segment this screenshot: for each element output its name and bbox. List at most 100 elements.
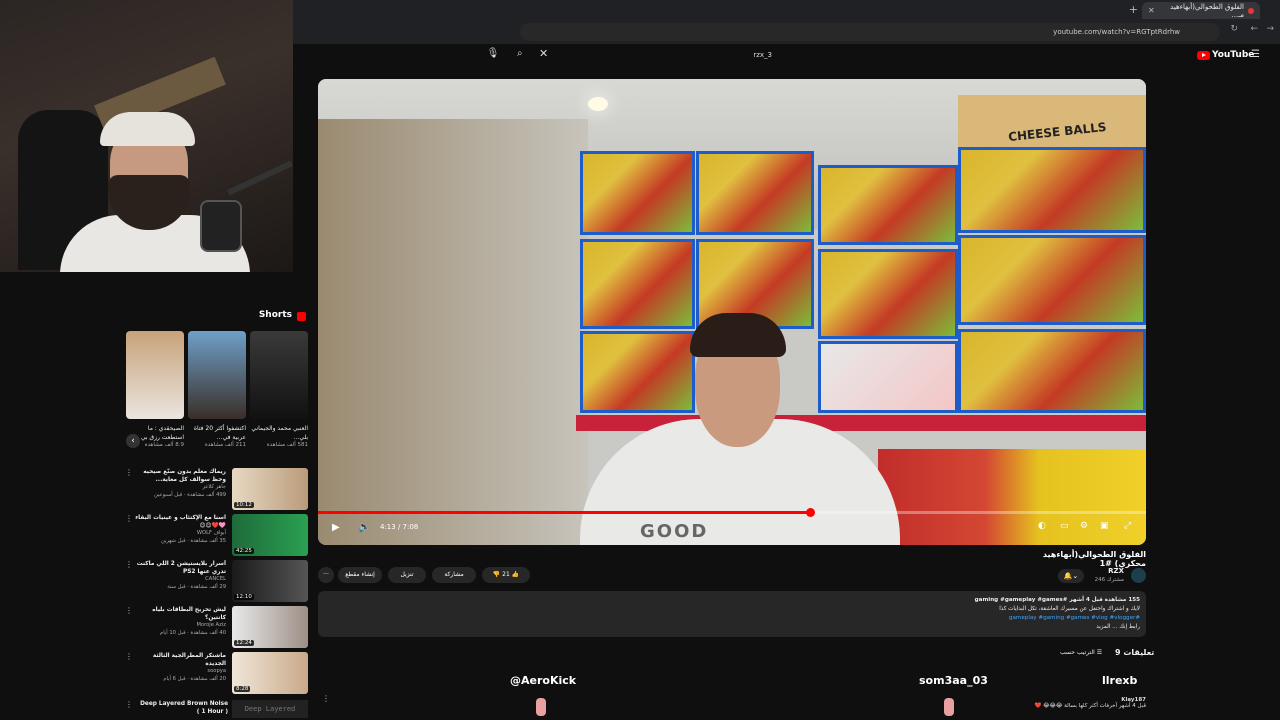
shorts-scroll-left-icon[interactable]: ‹ [126, 434, 140, 448]
more-actions-button[interactable]: ··· [318, 567, 334, 583]
snack-shelf [818, 165, 958, 245]
voice-search-icon[interactable]: 🎙 [486, 48, 500, 62]
shirt-print: GOOD [640, 521, 709, 542]
recommendations-column: Shorts الصيحقدي : ما استطعت رزق بي الشيخ… [120, 272, 310, 720]
settings-icon[interactable]: ⚙ [1080, 521, 1088, 531]
fullscreen-icon[interactable]: ⤢ [1124, 521, 1131, 531]
volume-icon[interactable]: 🔈 [358, 522, 370, 533]
short-views: 211 ألف مشاهدة [204, 442, 246, 448]
sort-label: الترتيب حسب [1060, 649, 1095, 656]
close-tab-icon[interactable]: ✕ [1148, 6, 1155, 15]
video-meta: 35 ألف مشاهدة · قبل شهرين [160, 538, 226, 544]
short-item[interactable]: العنبي محمد والجيماني بلي… 581 ألف مشاهد… [250, 331, 308, 456]
snack-shelf [696, 151, 814, 235]
more-options-icon[interactable]: ⋮ [125, 700, 133, 709]
channel-info[interactable]: RZX 246 مشترك [1086, 567, 1146, 585]
store-wall [318, 119, 588, 545]
short-thumbnail [126, 331, 184, 419]
video-meta: 20 ألف مشاهدة · قبل 6 أيام [163, 676, 226, 682]
like-count: 21 [502, 571, 510, 578]
video-channel: أبواف WOLF [196, 530, 226, 536]
short-title: العنبي محمد والجيماني بلي… [251, 425, 308, 441]
video-title[interactable]: Deep Layered Brown Noise ( 1 Hour ) [138, 700, 228, 716]
recommended-video-list: 10:12 ريماك معلم بدون صنّع صيحيه وحظ سوا… [120, 466, 310, 696]
forward-icon[interactable]: ← [1250, 24, 1258, 34]
channel-name[interactable]: RZX [1108, 567, 1124, 575]
recommended-video[interactable]: 12:10 أسرار بلايستيشن 2 اللي ماكنت تدري … [120, 558, 310, 604]
shorts-header: Shorts [120, 310, 310, 324]
progress-fill [318, 511, 810, 514]
share-button[interactable]: مشاركة [432, 567, 476, 583]
autoplay-toggle-icon[interactable]: ◐ [1038, 521, 1046, 531]
video-duration: 12:10 [234, 594, 254, 600]
screen: + الفلوق الطحوالي(أبهاء‌هيد مـ... ✕ → ← … [0, 0, 1280, 720]
like-icon[interactable]: 👍 [512, 571, 519, 578]
like-dislike-button[interactable]: 👎 21 👍 [482, 567, 530, 583]
more-options-icon[interactable]: ⋮ [125, 652, 133, 661]
description-hashtags[interactable]: #gameplay #gaming #games #vlog #vlogger [1009, 615, 1140, 621]
play-icon[interactable]: ▶ [332, 522, 340, 533]
progress-bar[interactable] [318, 508, 1146, 517]
browser-tab-bar: + الفلوق الطحوالي(أبهاء‌هيد مـ... ✕ [293, 0, 1280, 20]
time-display: 4:13 / 7:08 [380, 523, 419, 531]
url-field[interactable]: youtube.com/watch?v=RGTptRdrhw [520, 23, 1220, 41]
search-icon[interactable]: ⌕ [517, 48, 523, 59]
description-more[interactable]: رابط إنك ... المزيد [1096, 624, 1140, 630]
video-channel: جاهر كلاعر [202, 484, 226, 490]
video-title-heading: الفلوق الطحوالي(أبهاء‌هيد محكري) #1 [1042, 550, 1146, 568]
hamburger-menu-icon[interactable]: ☰ [1251, 49, 1260, 60]
video-title: اسنا مع الإكتئاب و عينيات البقاء 🩷❤️😊😊 [135, 515, 226, 529]
more-options-icon[interactable]: ⋮ [322, 694, 330, 703]
avatar-figure [944, 698, 954, 716]
short-item[interactable]: اكتشفوا أكثر 20 فتاة عربية في… 211 ألف م… [188, 331, 246, 456]
avatar-figure [536, 698, 546, 716]
new-tab-button[interactable]: + [1129, 3, 1138, 16]
subtitles-icon[interactable]: ▭ [1060, 521, 1069, 531]
video-duration: 42:25 [234, 548, 254, 554]
recommended-video[interactable]: 8:28 ماشتكر المطرالجية الثالثة الجديدة s… [120, 650, 310, 696]
youtube-logo[interactable]: YouTube [1197, 49, 1254, 61]
snack-shelf [958, 235, 1146, 325]
clear-search-icon[interactable]: ✕ [539, 47, 548, 60]
channel-avatar[interactable] [1131, 568, 1146, 583]
recommended-video[interactable]: 10:12 ريماك معلم بدون صنّع صيحيه وحظ سوا… [120, 466, 310, 512]
search-input[interactable]: rzx_3 [552, 46, 774, 64]
more-options-icon[interactable]: ⋮ [125, 606, 133, 615]
video-duration: 12:24 [234, 640, 254, 646]
video-channel: Moroje Aziz [196, 622, 226, 628]
more-options-icon[interactable]: ⋮ [125, 514, 133, 523]
more-options-icon[interactable]: ⋮ [125, 560, 133, 569]
download-button[interactable]: تنزيل [388, 567, 426, 583]
streamer-cap [100, 112, 195, 146]
mic-arm [227, 160, 293, 196]
microphone [200, 200, 242, 252]
video-thumbnail[interactable]: Deep Layered [232, 700, 308, 718]
reload-icon[interactable]: ↻ [1230, 24, 1238, 34]
browser-tab[interactable]: الفلوق الطحوالي(أبهاء‌هيد مـ... ✕ [1142, 2, 1260, 19]
back-icon[interactable]: → [1266, 24, 1274, 34]
description-views: 155 مشاهدة قبل 4 أشهر #gaming #gameplay … [974, 597, 1140, 603]
dislike-icon[interactable]: 👎 [493, 571, 500, 578]
chat-username: @AeroKick [510, 674, 577, 687]
miniplayer-icon[interactable]: ▣ [1100, 521, 1109, 531]
ceiling-light [588, 97, 608, 111]
video-title: ليش تحريج البطاقات بلياه كانتين؟ [152, 607, 226, 621]
recommended-video[interactable]: 42:25 اسنا مع الإكتئاب و عينيات البقاء 🩷… [120, 512, 310, 558]
clip-button[interactable]: إنشاء مقطع [338, 567, 382, 583]
recommended-video[interactable]: 12:24 ليش تحريج البطاقات بلياه كانتين؟ M… [120, 604, 310, 650]
recording-icon [1248, 7, 1254, 14]
notification-bell-button[interactable]: 🔔⌄ [1058, 569, 1084, 583]
description-box[interactable]: 155 مشاهدة قبل 4 أشهر #gaming #gameplay … [318, 591, 1146, 637]
video-thumbnail: 42:25 [232, 514, 308, 556]
short-thumbnail [188, 331, 246, 419]
shorts-shelf: الصيحقدي : ما استطعت رزق بي الشيخ 8.9 أل… [126, 331, 310, 456]
comment-text: قبل 4 أشهر آخرفات أكثر كلها بسالة 😂😂😂 ❤️ [1034, 703, 1146, 709]
short-title: اكتشفوا أكثر 20 فتاة عربية في… [193, 425, 246, 441]
vlogger: GOOD [570, 309, 910, 545]
progress-scrubber[interactable] [805, 508, 815, 517]
sort-comments-button[interactable]: الترتيب حسب ☰ [1060, 649, 1102, 656]
video-meta: 40 ألف مشاهدة · قبل 10 أيام [160, 630, 226, 636]
video-thumbnail: 12:24 [232, 606, 308, 648]
video-player[interactable]: CHEESE BALLS GOOD ▶ 🔈 4:13 / 7:08 ◐ ▭ ⚙ [318, 79, 1146, 545]
more-options-icon[interactable]: ⋮ [125, 468, 133, 477]
